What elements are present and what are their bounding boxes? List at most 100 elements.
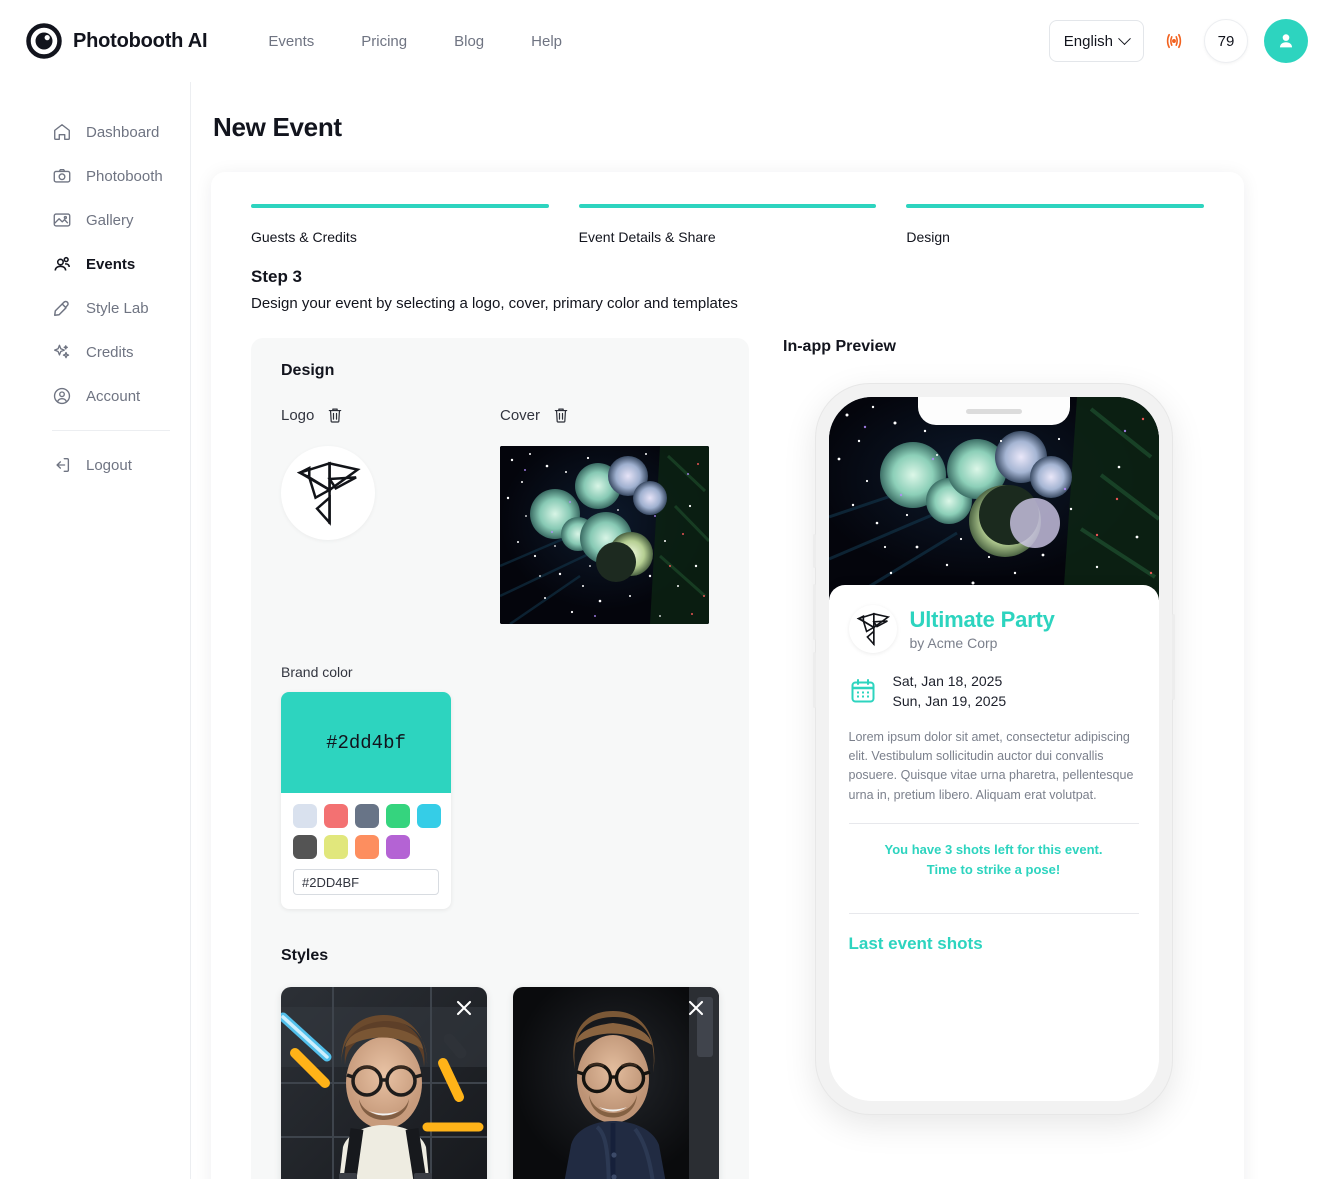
user-circle-icon	[52, 386, 72, 406]
preview-date-end: Sun, Jan 19, 2025	[892, 693, 1007, 710]
step-progress-bar	[906, 204, 1205, 208]
step-label: Event Details & Share	[578, 229, 716, 245]
nav-item-pricing[interactable]: Pricing	[361, 33, 407, 50]
preview-cover-image	[828, 397, 1159, 602]
styles-list	[281, 987, 719, 1179]
design-panel: Design Logo Cover Brand color #2dd4bf #2…	[251, 338, 749, 1179]
sidebar-item-events[interactable]: Events	[0, 242, 190, 286]
phone-speaker	[965, 408, 1022, 414]
sidebar-item-photobooth[interactable]: Photobooth	[0, 154, 190, 198]
preview-dates: Sat, Jan 18, 2025 Sun, Jan 19, 2025	[893, 671, 1007, 712]
preview-description: Lorem ipsum dolor sit amet, consectetur …	[848, 729, 1134, 802]
chevron-down-icon	[1118, 31, 1131, 45]
sidebar-item-style-lab[interactable]: Style Lab	[0, 286, 190, 330]
sidebar: Dashboard Photobooth Gallery Events Styl…	[0, 82, 191, 1179]
preview-title-row: Ultimate Party by Acme Corp	[848, 605, 1139, 653]
delete-logo-trash-icon[interactable]	[327, 406, 343, 424]
design-panel-heading: Design	[281, 362, 335, 379]
language-selector[interactable]: English	[1048, 20, 1144, 62]
step-label: Guests & Credits	[251, 229, 357, 245]
sidebar-divider	[52, 430, 170, 431]
design-and-preview: Design Logo Cover Brand color #2dd4bf #2…	[211, 312, 1244, 1179]
phone-preview-wrapper: Ultimate Party by Acme Corp Sat, Jan 18,…	[783, 384, 1204, 1114]
brand-color-swatch[interactable]	[417, 804, 441, 828]
brand-color-hex-input[interactable]	[293, 869, 439, 895]
cover-preview[interactable]	[500, 446, 709, 624]
sidebar-item-dashboard[interactable]: Dashboard	[0, 110, 190, 154]
wizard-step-design[interactable]: Design	[906, 204, 1205, 245]
preview-shots-line-1: You have 3 shots left for this event.	[884, 842, 1103, 858]
cover-label: Cover	[500, 406, 541, 424]
media-row: Logo Cover	[281, 406, 719, 624]
logo-preview[interactable]	[281, 446, 375, 540]
preview-divider	[848, 913, 1139, 915]
users-group-icon	[52, 254, 72, 274]
logo-section: Logo	[281, 406, 500, 624]
brand-color-swatch[interactable]	[386, 835, 410, 859]
remove-style-close-icon[interactable]	[685, 997, 707, 1019]
style-card[interactable]	[513, 987, 719, 1179]
sidebar-item-credits[interactable]: Credits	[0, 330, 190, 374]
preview-last-event-shots-heading: Last event shots	[848, 934, 983, 954]
disco-balls-night-photo	[500, 446, 709, 624]
user-avatar-icon	[1279, 34, 1293, 48]
camera-icon	[52, 166, 72, 186]
top-bar: Photobooth AI Events Pricing Blog Help E…	[0, 0, 1334, 82]
wizard-step-event-details-share[interactable]: Event Details & Share	[578, 204, 877, 245]
styles-heading: Styles	[281, 947, 329, 964]
phone-notch	[917, 397, 1070, 425]
step-number: Step 3	[251, 267, 303, 286]
delete-cover-trash-icon[interactable]	[553, 406, 569, 424]
image-icon	[52, 210, 72, 230]
wizard-card: Guests & Credits Event Details & Share D…	[211, 172, 1244, 1179]
brand-color-swatch[interactable]	[293, 804, 317, 828]
nav-item-events[interactable]: Events	[268, 33, 314, 50]
sidebar-item-account[interactable]: Account	[0, 374, 190, 418]
phone-volume-buttons	[812, 534, 816, 568]
broadcast-signal-icon[interactable]	[1160, 27, 1188, 55]
brand-color-swatch[interactable]	[293, 835, 317, 859]
logo-header: Logo	[281, 406, 500, 424]
calendar-icon	[849, 677, 877, 705]
sidebar-item-logout[interactable]: Logout	[0, 443, 190, 487]
wizard-progress: Guests & Credits Event Details & Share D…	[211, 172, 1244, 245]
wizard-step-guests-credits[interactable]: Guests & Credits	[251, 204, 549, 245]
credits-badge[interactable]: 79	[1204, 19, 1248, 63]
brand-color-swatch[interactable]	[324, 835, 348, 859]
camera-shutter-logo-icon	[26, 23, 62, 59]
top-navigation: Events Pricing Blog Help	[268, 33, 562, 50]
preview-event-name: Ultimate Party	[909, 607, 1055, 632]
preview-title-block: Ultimate Party by Acme Corp	[910, 607, 1055, 651]
preview-shots-line-2: Time to strike a pose!	[926, 861, 1061, 877]
nav-item-help[interactable]: Help	[531, 33, 562, 50]
step-progress-bar	[251, 204, 549, 208]
brand-color-swatch[interactable]	[355, 835, 379, 859]
step-header: Step 3 Design your event by selecting a …	[211, 245, 1244, 312]
step-label: Design	[906, 229, 950, 245]
sidebar-item-gallery[interactable]: Gallery	[0, 198, 190, 242]
brand-color-picker: #2dd4bf	[281, 692, 451, 909]
brand-color-swatch[interactable]	[355, 804, 379, 828]
brand-logo-link[interactable]: Photobooth AI	[26, 23, 208, 59]
brand-color-swatch[interactable]	[324, 804, 348, 828]
style-card[interactable]	[281, 987, 487, 1179]
home-icon	[52, 122, 72, 142]
brand-color-current-swatch[interactable]: #2dd4bf	[281, 692, 451, 793]
phone-volume-buttons	[812, 652, 816, 708]
eyedropper-icon	[52, 298, 72, 318]
credits-count: 79	[1217, 32, 1235, 50]
origami-bird-logo-icon	[296, 461, 361, 526]
page-body: Dashboard Photobooth Gallery Events Styl…	[0, 82, 1334, 1179]
phone-volume-buttons	[812, 584, 816, 640]
phone-frame: Ultimate Party by Acme Corp Sat, Jan 18,…	[812, 384, 1175, 1114]
nav-item-blog[interactable]: Blog	[454, 33, 484, 50]
phone-power-button	[1171, 614, 1175, 700]
preview-organizer: by Acme Corp	[909, 635, 998, 651]
avatar[interactable]	[1264, 19, 1308, 63]
remove-style-close-icon[interactable]	[453, 997, 475, 1019]
brand-color-swatch[interactable]	[386, 804, 410, 828]
sparkles-icon	[52, 342, 72, 362]
preview-event-card: Ultimate Party by Acme Corp Sat, Jan 18,…	[828, 585, 1159, 1101]
preview-heading: In-app Preview	[783, 338, 896, 355]
brand-color-label: Brand color	[281, 664, 353, 680]
